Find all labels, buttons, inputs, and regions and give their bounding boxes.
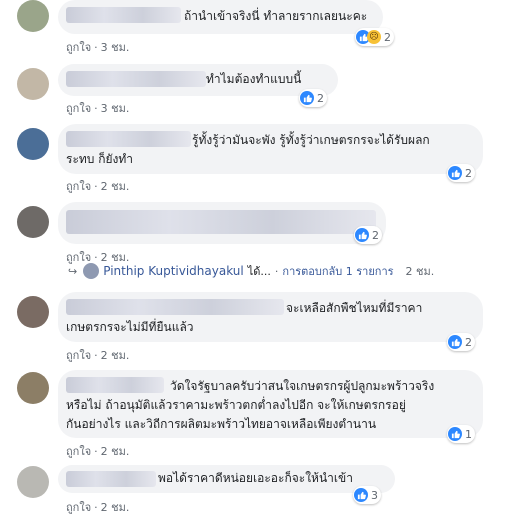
comment-meta: ถูกใจ · 2 ชม. [66,445,130,458]
reaction-count: 2 [465,335,472,349]
comment-text: จะเหลือสักพืชไหมที่มีราคา [286,301,423,315]
like-reaction-icon [448,335,462,349]
like-link[interactable]: ถูกใจ [66,41,91,54]
reaction-summary[interactable]: 2 [447,164,475,182]
comment-meta: ถูกใจ · 2 ชม. [66,349,130,362]
comment-text: เกษตรกรจะไม่มีที่ยืนแล้ว [66,320,194,334]
like-link[interactable]: ถูกใจ [66,180,91,193]
avatar[interactable] [17,296,49,328]
comment-time[interactable]: 3 ชม. [101,102,130,115]
like-reaction-icon [355,228,369,242]
like-link[interactable]: ถูกใจ [66,349,91,362]
reply-arrow-icon: ↪ [68,264,78,278]
reply-author-name[interactable]: Pinthip Kuptividhayakul [103,264,244,278]
comment-bubble: จะเหลือสักพืชไหมที่มีราคา เกษตรกรจะไม่มี… [58,292,483,342]
comment-meta: ถูกใจ · 3 ชม. [66,102,130,115]
reaction-summary[interactable]: 1 [447,425,475,443]
reply-separator: · [274,264,279,278]
blurred-author-name [66,131,191,147]
reaction-summary[interactable]: 2 [447,333,475,351]
reaction-summary[interactable]: 2 [354,226,382,244]
comment-text: ถ้านำเข้าจริงนี่ ทำลายรากเลยนะคะ [184,9,368,23]
like-reaction-icon [354,488,368,502]
comment-time[interactable]: 2 ชม. [101,349,130,362]
comment-bubble: พอได้ราคาดีหน่อยเอะอะก็จะให้นำเข้า [58,465,395,493]
comment-bubble: วัดใจรัฐบาลครับว่าสนใจเกษตรกรผู้ปลูกมะพร… [58,370,483,438]
comment-time[interactable]: 2 ชม. [101,445,130,458]
like-link[interactable]: ถูกใจ [66,501,91,514]
comment-text: ระทบ ก็ยังทำ [66,152,134,166]
comment-meta: ถูกใจ · 3 ชม. [66,41,130,54]
avatar[interactable] [17,206,49,238]
comment-text: หรือไม่ ถ้าอนุมัติแล้วราคามะพร้าวตกต่ำลง… [66,398,406,412]
reply-time: 2 ชม. [405,265,435,278]
replies-row[interactable]: ↪ Pinthip Kuptividhayakul ได้... · การตอ… [68,262,434,280]
avatar[interactable] [17,68,49,100]
blurred-author-name [66,299,284,315]
comment-bubble: ทำไมต้องทำแบบนี้ [58,64,338,96]
comment-meta: ถูกใจ · 2 ชม. [66,501,130,514]
blurred-author-name [66,471,156,487]
like-reaction-icon [448,427,462,441]
reply-avatar [83,263,100,279]
reaction-count: 2 [317,91,324,105]
comment-time[interactable]: 2 ชม. [101,501,130,514]
like-reaction-icon [300,91,314,105]
avatar[interactable] [17,0,49,32]
comment-bubble: ถ้านำเข้าจริงนี่ ทำลายรากเลยนะคะ [58,0,383,34]
blurred-author-name [66,7,181,23]
comment-meta: ถูกใจ · 2 ชม. [66,180,130,193]
reaction-count: 2 [384,30,391,44]
comment-text: ทำไมต้องทำแบบนี้ [206,72,302,86]
reaction-count: 1 [465,427,472,441]
like-link[interactable]: ถูกใจ [66,445,91,458]
sad-reaction-icon: ☹ [367,30,381,44]
like-reaction-icon [448,166,462,180]
comment-time[interactable]: 3 ชม. [101,41,130,54]
like-link[interactable]: ถูกใจ [66,102,91,115]
view-replies-link[interactable]: การตอบกลับ 1 รายการ [282,262,393,280]
blurred-author-name [66,377,164,393]
comment-bubble: รู้ทั้งรู้ว่ามันจะพัง รู้ทั้งรู้ว่าเกษตร… [58,124,483,174]
blurred-author-name [66,71,206,87]
comment-bubble [58,202,386,244]
reaction-summary[interactable]: ☹ 2 [355,28,394,46]
comment-text: กันอย่างไร และวิถีการผลิตมะพร้าวไทยอาจเห… [66,417,377,431]
reply-snippet: ได้... [247,265,271,278]
reaction-summary[interactable]: 2 [299,89,327,107]
avatar[interactable] [17,466,49,498]
reaction-summary[interactable]: 3 [353,486,381,504]
reaction-count: 2 [465,166,472,180]
avatar[interactable] [17,372,49,404]
avatar[interactable] [17,128,49,160]
blurred-comment-content [66,210,376,234]
comment-text: วัดใจรัฐบาลครับว่าสนใจเกษตรกรผู้ปลูกมะพร… [170,379,435,393]
comment-text: พอได้ราคาดีหน่อยเอะอะก็จะให้นำเข้า [158,471,353,485]
comment-time[interactable]: 2 ชม. [101,180,130,193]
reaction-count: 2 [372,228,379,242]
comment-text: รู้ทั้งรู้ว่ามันจะพัง รู้ทั้งรู้ว่าเกษตร… [192,133,430,147]
reaction-count: 3 [371,488,378,502]
